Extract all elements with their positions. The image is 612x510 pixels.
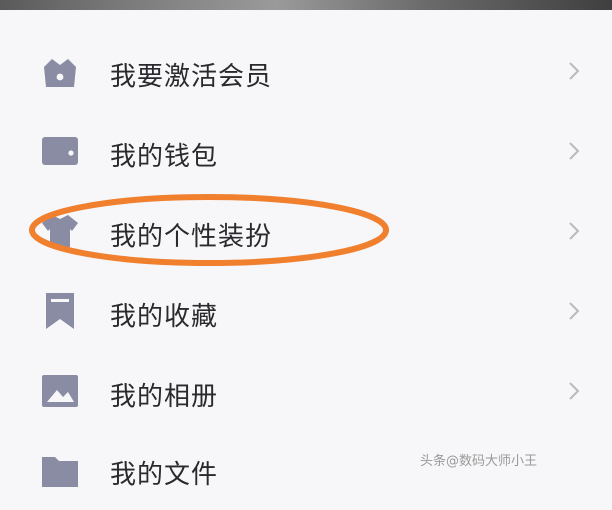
menu-item-files[interactable]: 我的文件 [0,432,612,510]
menu-item-label: 我的个性装扮 [110,222,273,252]
menu-item-favorites[interactable]: 我的收藏 [0,272,612,350]
menu-item-personal-decoration[interactable]: 我的个性装扮 [0,192,612,270]
folder-icon [42,457,78,487]
settings-menu: 我要激活会员 我的钱包 我的个性装扮 我的收藏 我的相册 我的文件 [0,0,612,490]
chevron-right-icon [569,302,580,320]
bookmark-icon [46,293,74,329]
chevron-right-icon [569,142,580,160]
menu-item-label: 我的收藏 [110,302,219,332]
chevron-right-icon [569,62,580,80]
menu-item-label: 我的文件 [110,460,219,490]
wallet-icon [42,137,78,165]
shirt-icon [42,215,78,247]
menu-item-activate-vip[interactable]: 我要激活会员 [0,32,612,110]
chevron-right-icon [569,382,580,400]
menu-item-album[interactable]: 我的相册 [0,352,612,430]
menu-item-wallet[interactable]: 我的钱包 [0,112,612,190]
menu-item-label: 我的钱包 [110,142,219,172]
crown-icon [44,59,76,87]
menu-item-label: 我要激活会员 [110,62,273,92]
chevron-right-icon [569,222,580,240]
menu-item-label: 我的相册 [110,382,219,412]
watermark-text: 头条@数码大师小王 [420,454,538,469]
photo-icon [42,375,78,407]
